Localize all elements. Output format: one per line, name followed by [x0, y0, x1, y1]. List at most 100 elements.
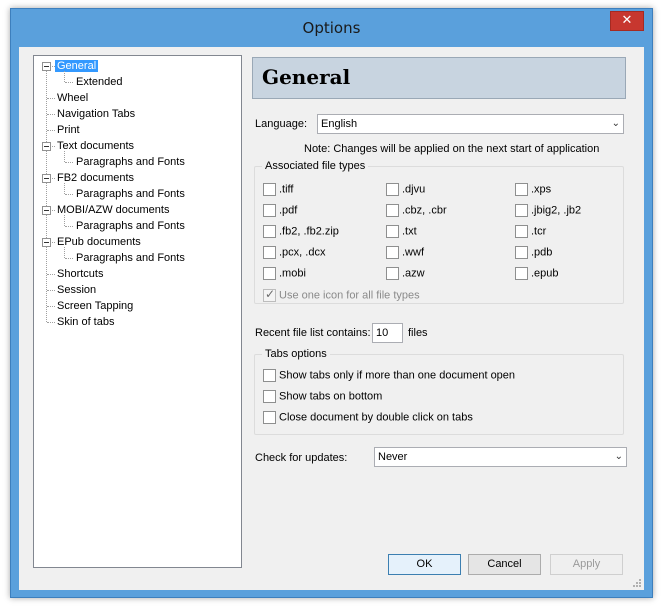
filetype-label: .pdf	[279, 204, 298, 217]
tree-item[interactable]: Print	[55, 123, 82, 137]
one-icon-checkbox[interactable]	[263, 287, 276, 302]
tree-item[interactable]: Session	[55, 283, 98, 297]
filetype-checkbox-row[interactable]: .xps	[515, 183, 551, 197]
tabs-option-checkbox-row[interactable]: Show tabs only if more than one document…	[263, 369, 515, 383]
updates-select[interactable]: Never ⌄	[374, 447, 627, 467]
filetype-checkbox[interactable]	[515, 204, 528, 217]
filetype-label: .fb2, .fb2.zip	[279, 225, 339, 238]
tree-item[interactable]: Shortcuts	[55, 267, 105, 281]
filetype-checkbox[interactable]	[386, 267, 399, 280]
tree-item-label: General	[55, 60, 99, 72]
tree-collapse-icon[interactable]	[42, 238, 51, 247]
tree-item[interactable]: Extended	[74, 75, 124, 89]
tabs-option-label: Show tabs on bottom	[279, 390, 383, 403]
recent-count-input[interactable]: 10	[372, 323, 403, 343]
ok-button[interactable]: OK	[388, 554, 461, 575]
tree-guide-line	[46, 66, 47, 322]
chevron-down-icon: ⌄	[614, 451, 623, 462]
filetype-checkbox[interactable]	[263, 225, 276, 238]
tree-guide-line	[65, 162, 73, 163]
tree-item[interactable]: EPub documents	[55, 235, 143, 249]
tabs-option-checkbox[interactable]	[263, 411, 276, 424]
tree-item[interactable]: Paragraphs and Fonts	[74, 251, 187, 265]
tree-item[interactable]: MOBI/AZW documents	[55, 203, 171, 217]
filetype-checkbox[interactable]	[386, 225, 399, 238]
tree-item[interactable]: Screen Tapping	[55, 299, 135, 313]
filetype-checkbox-row[interactable]: .epub	[515, 267, 559, 281]
tree-item-label: Paragraphs and Fonts	[76, 156, 185, 168]
tree-item[interactable]: General	[55, 59, 99, 73]
filetype-checkbox-row[interactable]: .pdf	[263, 204, 297, 218]
filetype-checkbox-row[interactable]: .txt	[386, 225, 417, 239]
tree-item[interactable]: FB2 documents	[55, 171, 136, 185]
assoc-group-title: Associated file types	[262, 160, 369, 172]
tree-item[interactable]: Navigation Tabs	[55, 107, 137, 121]
filetype-checkbox[interactable]	[386, 183, 399, 196]
filetype-checkbox-row[interactable]: .tcr	[515, 225, 546, 239]
title-bar[interactable]: Options ✕	[11, 9, 652, 47]
filetype-checkbox[interactable]	[515, 183, 528, 196]
filetype-checkbox[interactable]	[515, 246, 528, 259]
tree-collapse-icon[interactable]	[42, 206, 51, 215]
restart-note: Note: Changes will be applied on the nex…	[304, 143, 600, 155]
tree-item[interactable]: Paragraphs and Fonts	[74, 187, 187, 201]
filetype-checkbox[interactable]	[515, 267, 528, 280]
tabs-option-label: Show tabs only if more than one document…	[279, 369, 516, 382]
tree-guide-line	[47, 290, 55, 291]
tree-item[interactable]: Paragraphs and Fonts	[74, 219, 187, 233]
filetype-checkbox-row[interactable]: .pcx, .dcx	[263, 246, 325, 260]
section-header: General	[252, 57, 626, 99]
close-button[interactable]: ✕	[610, 11, 644, 31]
filetype-checkbox[interactable]	[263, 204, 276, 217]
filetype-checkbox-row[interactable]: .azw	[386, 267, 425, 281]
filetype-checkbox-row[interactable]: .mobi	[263, 267, 306, 281]
filetype-checkbox-row[interactable]: .wwf	[386, 246, 424, 260]
filetype-label: .cbz, .cbr	[402, 204, 447, 217]
tree-item[interactable]: Text documents	[55, 139, 136, 153]
language-label: Language:	[255, 118, 307, 130]
apply-button[interactable]: Apply	[550, 554, 623, 575]
filetype-label: .wwf	[402, 246, 424, 259]
filetype-checkbox[interactable]	[515, 225, 528, 238]
filetype-label: .txt	[402, 225, 417, 238]
filetype-checkbox[interactable]	[263, 183, 276, 196]
tree-item-label: Skin of tabs	[57, 316, 115, 328]
tree-item[interactable]: Skin of tabs	[55, 315, 116, 329]
tree-item-label: Shortcuts	[57, 268, 104, 280]
filetype-checkbox[interactable]	[263, 267, 276, 280]
section-title: General	[262, 65, 351, 89]
updates-label: Check for updates:	[255, 452, 348, 464]
tree-item-label: Print	[57, 124, 80, 136]
tree-collapse-icon[interactable]	[42, 142, 51, 151]
recent-label: Recent file list contains:	[255, 327, 371, 339]
tree-item-label: Navigation Tabs	[57, 108, 136, 120]
resize-grip-icon[interactable]	[632, 578, 642, 588]
one-icon-checkbox-row[interactable]: Use one icon for all file types	[263, 287, 420, 303]
tree-collapse-icon[interactable]	[42, 174, 51, 183]
tree-item[interactable]: Wheel	[55, 91, 90, 105]
tabs-option-checkbox-row[interactable]: Show tabs on bottom	[263, 390, 382, 404]
filetype-checkbox-row[interactable]: .cbz, .cbr	[386, 204, 447, 218]
tabs-option-checkbox[interactable]	[263, 369, 276, 382]
filetype-checkbox-row[interactable]: .fb2, .fb2.zip	[263, 225, 339, 239]
filetype-checkbox[interactable]	[386, 246, 399, 259]
tree-collapse-icon[interactable]	[42, 62, 51, 71]
filetype-checkbox-row[interactable]: .jbig2, .jb2	[515, 204, 581, 218]
tree-item[interactable]: Paragraphs and Fonts	[74, 155, 187, 169]
tabs-option-checkbox[interactable]	[263, 390, 276, 403]
window-title: Options	[302, 19, 361, 37]
tree-guide-line	[65, 194, 73, 195]
filetype-checkbox[interactable]	[263, 246, 276, 259]
cancel-button[interactable]: Cancel	[468, 554, 541, 575]
filetype-checkbox[interactable]	[386, 204, 399, 217]
filetype-checkbox-row[interactable]: .pdb	[515, 246, 552, 260]
tabs-option-checkbox-row[interactable]: Close document by double click on tabs	[263, 411, 473, 425]
filetype-label: .tiff	[279, 183, 294, 196]
tree-guide-line	[65, 258, 73, 259]
filetype-checkbox-row[interactable]: .djvu	[386, 183, 425, 197]
options-tree[interactable]: General Extended Wheel Navigation Tabs Print…	[33, 55, 242, 568]
tree-guide-line	[64, 215, 65, 226]
language-select[interactable]: English ⌄	[317, 114, 624, 134]
filetype-checkbox-row[interactable]: .tiff	[263, 183, 293, 197]
tree-item-label: MOBI/AZW documents	[57, 204, 170, 216]
